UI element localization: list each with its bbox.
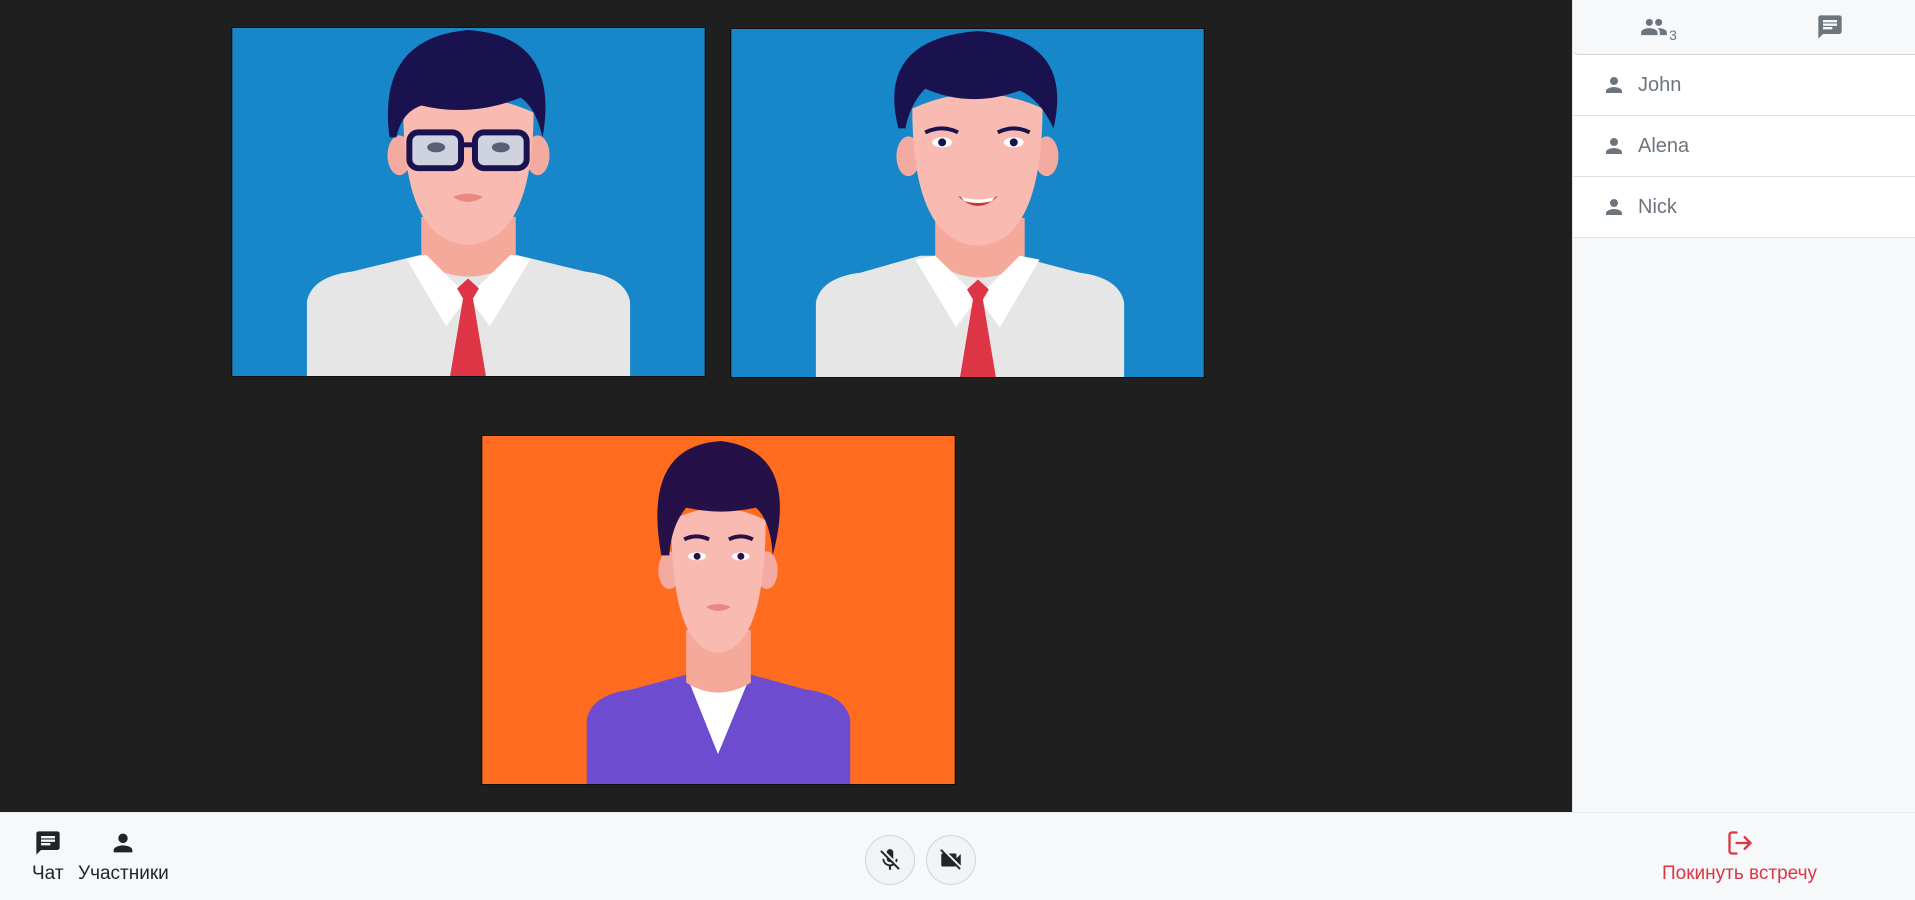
video-tile-2[interactable] bbox=[730, 28, 1205, 378]
participant-list: John Alena Nick bbox=[1573, 55, 1915, 238]
person-icon bbox=[1606, 138, 1622, 154]
participants-count: 3 bbox=[1669, 27, 1677, 43]
avatar-man-sweater bbox=[482, 436, 955, 784]
video-tile-3[interactable] bbox=[481, 435, 956, 785]
bottom-toolbar: Чат Участники Покинуть встречу bbox=[0, 812, 1915, 900]
participant-name: Nick bbox=[1638, 195, 1677, 218]
toggle-camera-button[interactable] bbox=[926, 835, 976, 885]
person-icon bbox=[1606, 77, 1622, 93]
leave-meeting-button[interactable]: Покинуть встречу bbox=[1662, 829, 1817, 885]
exit-icon bbox=[1727, 831, 1752, 855]
video-stage bbox=[0, 0, 1572, 812]
participant-item[interactable]: John bbox=[1573, 55, 1915, 116]
toggle-mic-button[interactable] bbox=[865, 835, 915, 885]
video-tile-1[interactable] bbox=[231, 27, 706, 377]
person-icon bbox=[114, 833, 133, 853]
tab-chat[interactable] bbox=[1744, 0, 1915, 54]
chat-icon bbox=[36, 831, 60, 855]
panel-tabs: 3 bbox=[1573, 0, 1915, 55]
person-icon bbox=[1606, 199, 1622, 215]
chat-icon bbox=[1817, 15, 1842, 39]
meeting-app: 3 John Alena Nick Чат Участники Покинуть… bbox=[0, 0, 1915, 900]
chat-button-label: Чат bbox=[32, 863, 64, 884]
chat-button[interactable]: Чат bbox=[32, 829, 64, 885]
video-off-icon bbox=[940, 849, 961, 870]
participant-name: Alena bbox=[1638, 134, 1690, 157]
people-icon bbox=[1641, 18, 1667, 36]
participant-item[interactable]: Nick bbox=[1573, 177, 1915, 238]
avatar-smiling-man bbox=[731, 29, 1204, 377]
participants-button[interactable]: Участники bbox=[78, 829, 169, 885]
side-panel: 3 John Alena Nick bbox=[1572, 0, 1915, 812]
participant-item[interactable]: Alena bbox=[1573, 116, 1915, 177]
avatar-man-glasses bbox=[232, 28, 705, 376]
leave-meeting-label: Покинуть встречу bbox=[1662, 863, 1818, 884]
participant-name: John bbox=[1638, 73, 1682, 96]
participants-button-label: Участники bbox=[78, 863, 169, 884]
mic-off-icon bbox=[880, 849, 900, 870]
tab-participants[interactable]: 3 bbox=[1573, 0, 1744, 54]
